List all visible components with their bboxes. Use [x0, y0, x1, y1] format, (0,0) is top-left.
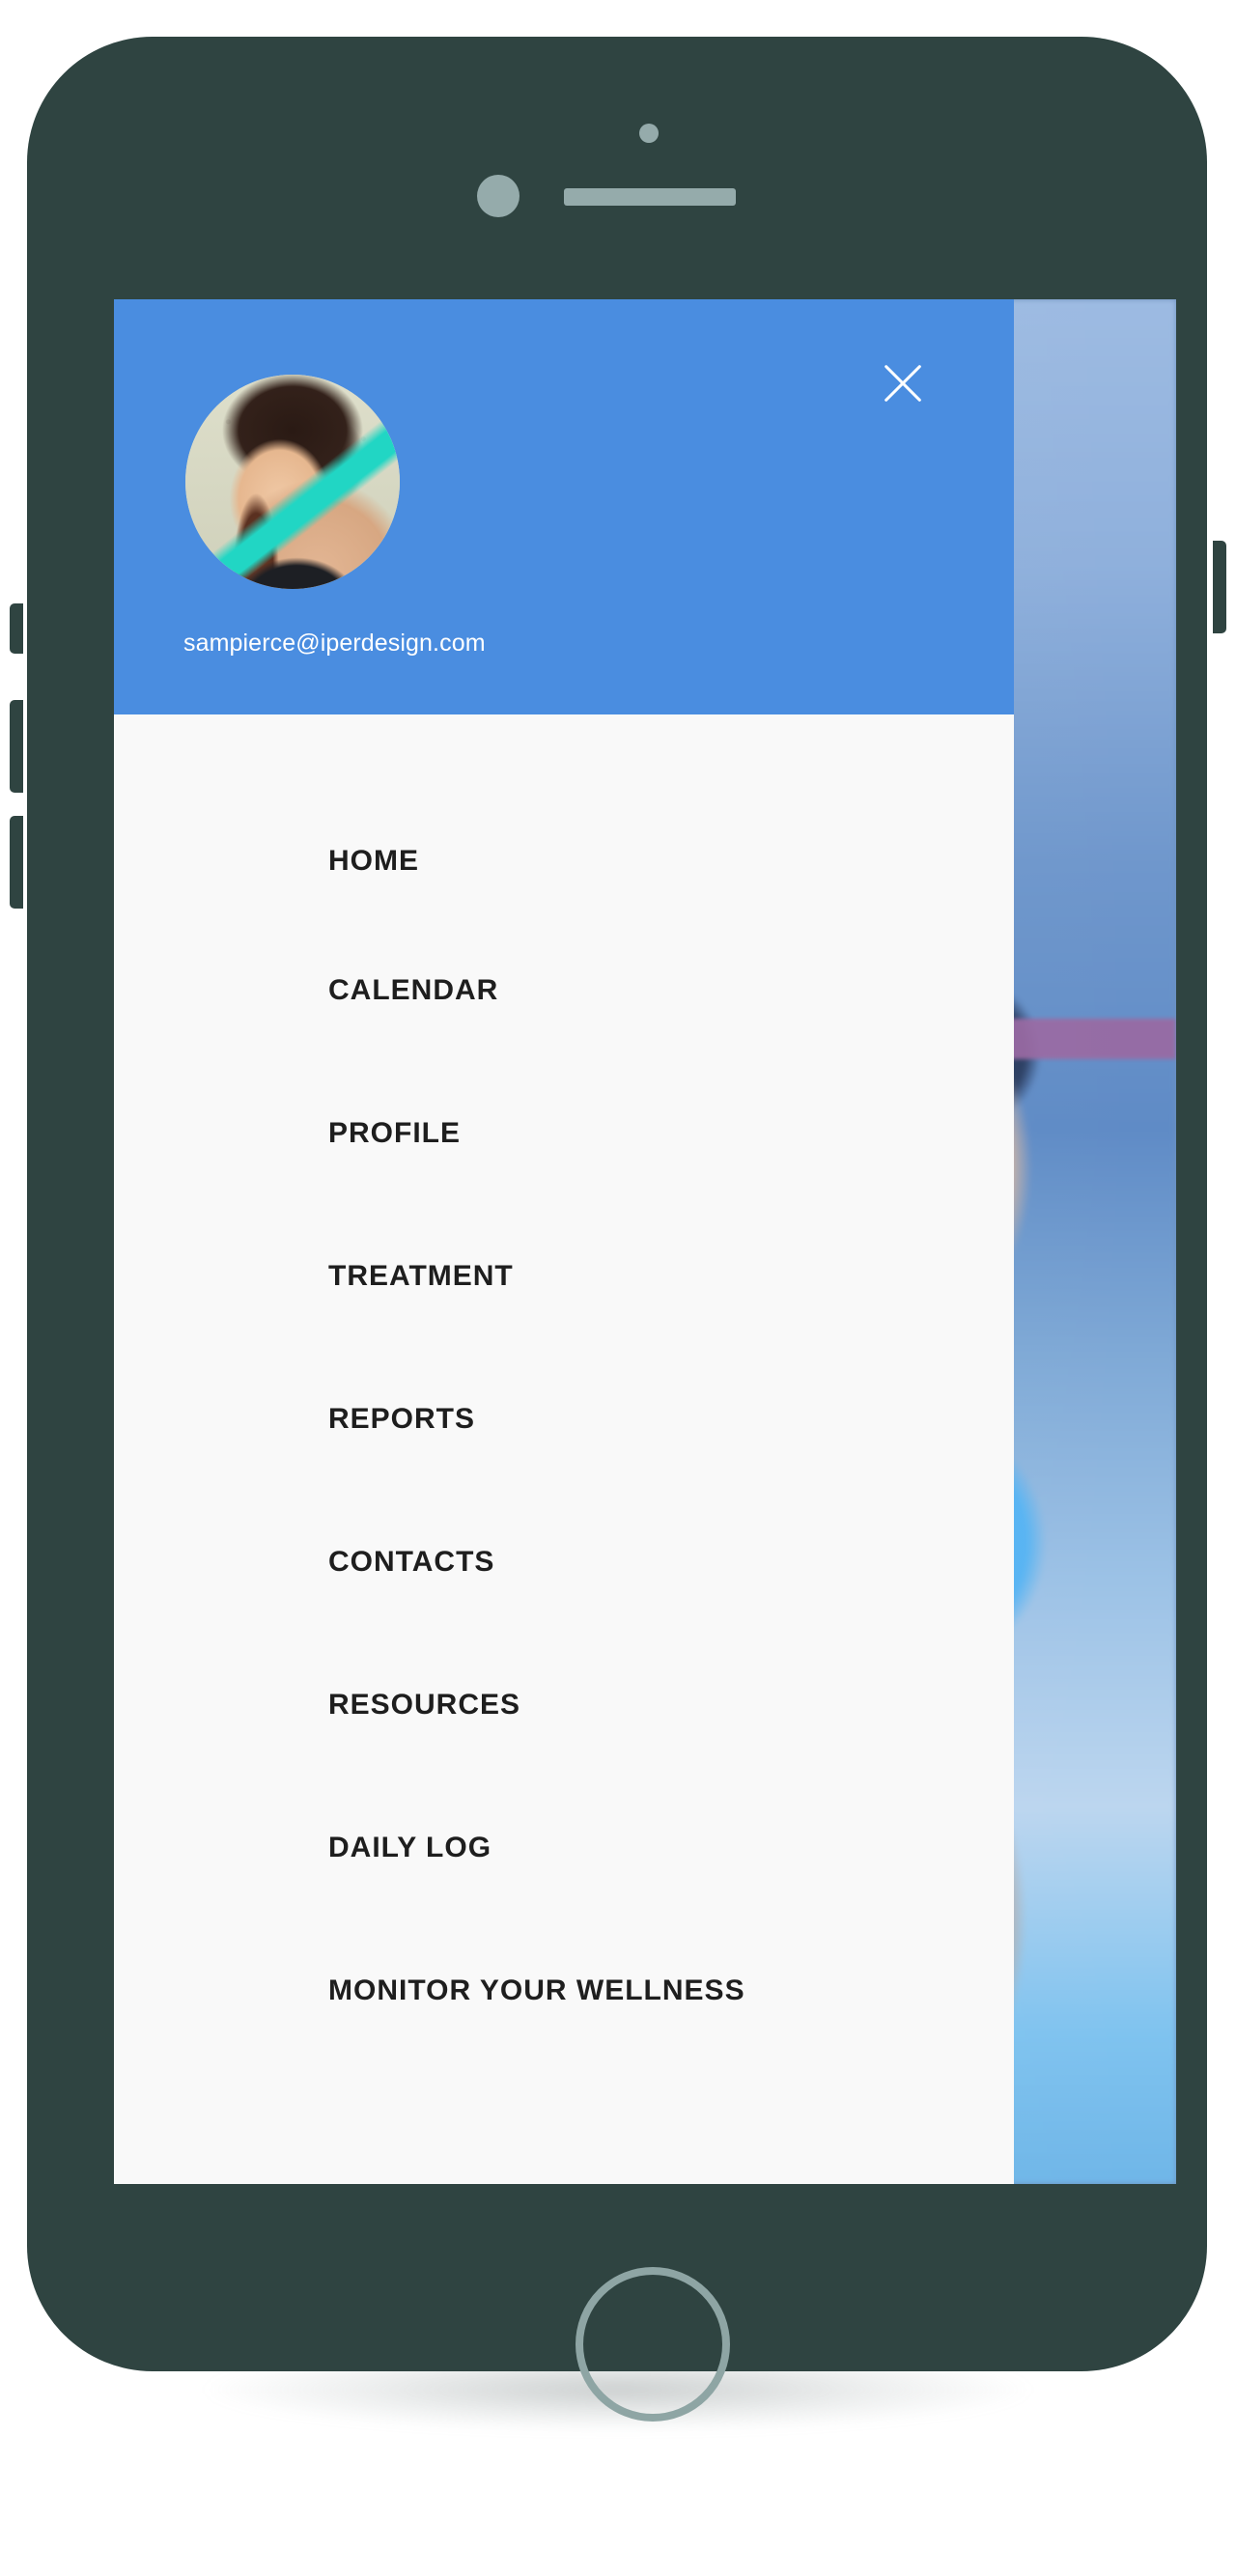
phone-screen: sampierce@iperdesign.com HOME CALENDAR P… [114, 299, 1176, 2184]
navigation-drawer: sampierce@iperdesign.com HOME CALENDAR P… [114, 299, 1014, 2184]
screenshot-stage: sampierce@iperdesign.com HOME CALENDAR P… [0, 0, 1236, 2576]
nav-item-contacts[interactable]: CONTACTS [114, 1491, 1014, 1634]
nav-item-calendar[interactable]: CALENDAR [114, 919, 1014, 1062]
close-icon[interactable] [877, 357, 929, 409]
nav-item-home[interactable]: HOME [114, 803, 1014, 919]
phone-frame: sampierce@iperdesign.com HOME CALENDAR P… [27, 37, 1207, 2422]
proximity-sensor-icon [639, 124, 659, 143]
volume-up-button[interactable] [10, 700, 23, 793]
home-button[interactable] [576, 2267, 730, 2422]
drawer-header: sampierce@iperdesign.com [114, 299, 1014, 714]
user-email: sampierce@iperdesign.com [183, 630, 486, 657]
volume-down-button[interactable] [10, 816, 23, 909]
silent-switch[interactable] [10, 603, 23, 654]
nav-item-profile[interactable]: PROFILE [114, 1062, 1014, 1205]
nav-item-monitor-wellness[interactable]: MONITOR YOUR WELLNESS [114, 1919, 1014, 2062]
nav-item-treatment[interactable]: TREATMENT [114, 1205, 1014, 1348]
avatar-image [185, 375, 400, 589]
power-button[interactable] [1213, 541, 1226, 633]
earpiece-speaker-icon [564, 188, 736, 206]
front-camera-icon [477, 175, 520, 217]
nav-item-reports[interactable]: REPORTS [114, 1348, 1014, 1491]
avatar[interactable] [185, 375, 400, 589]
drawer-nav-list: HOME CALENDAR PROFILE TREATMENT REPORTS … [114, 714, 1014, 2184]
nav-item-resources[interactable]: RESOURCES [114, 1634, 1014, 1777]
nav-item-daily-log[interactable]: DAILY LOG [114, 1777, 1014, 1919]
